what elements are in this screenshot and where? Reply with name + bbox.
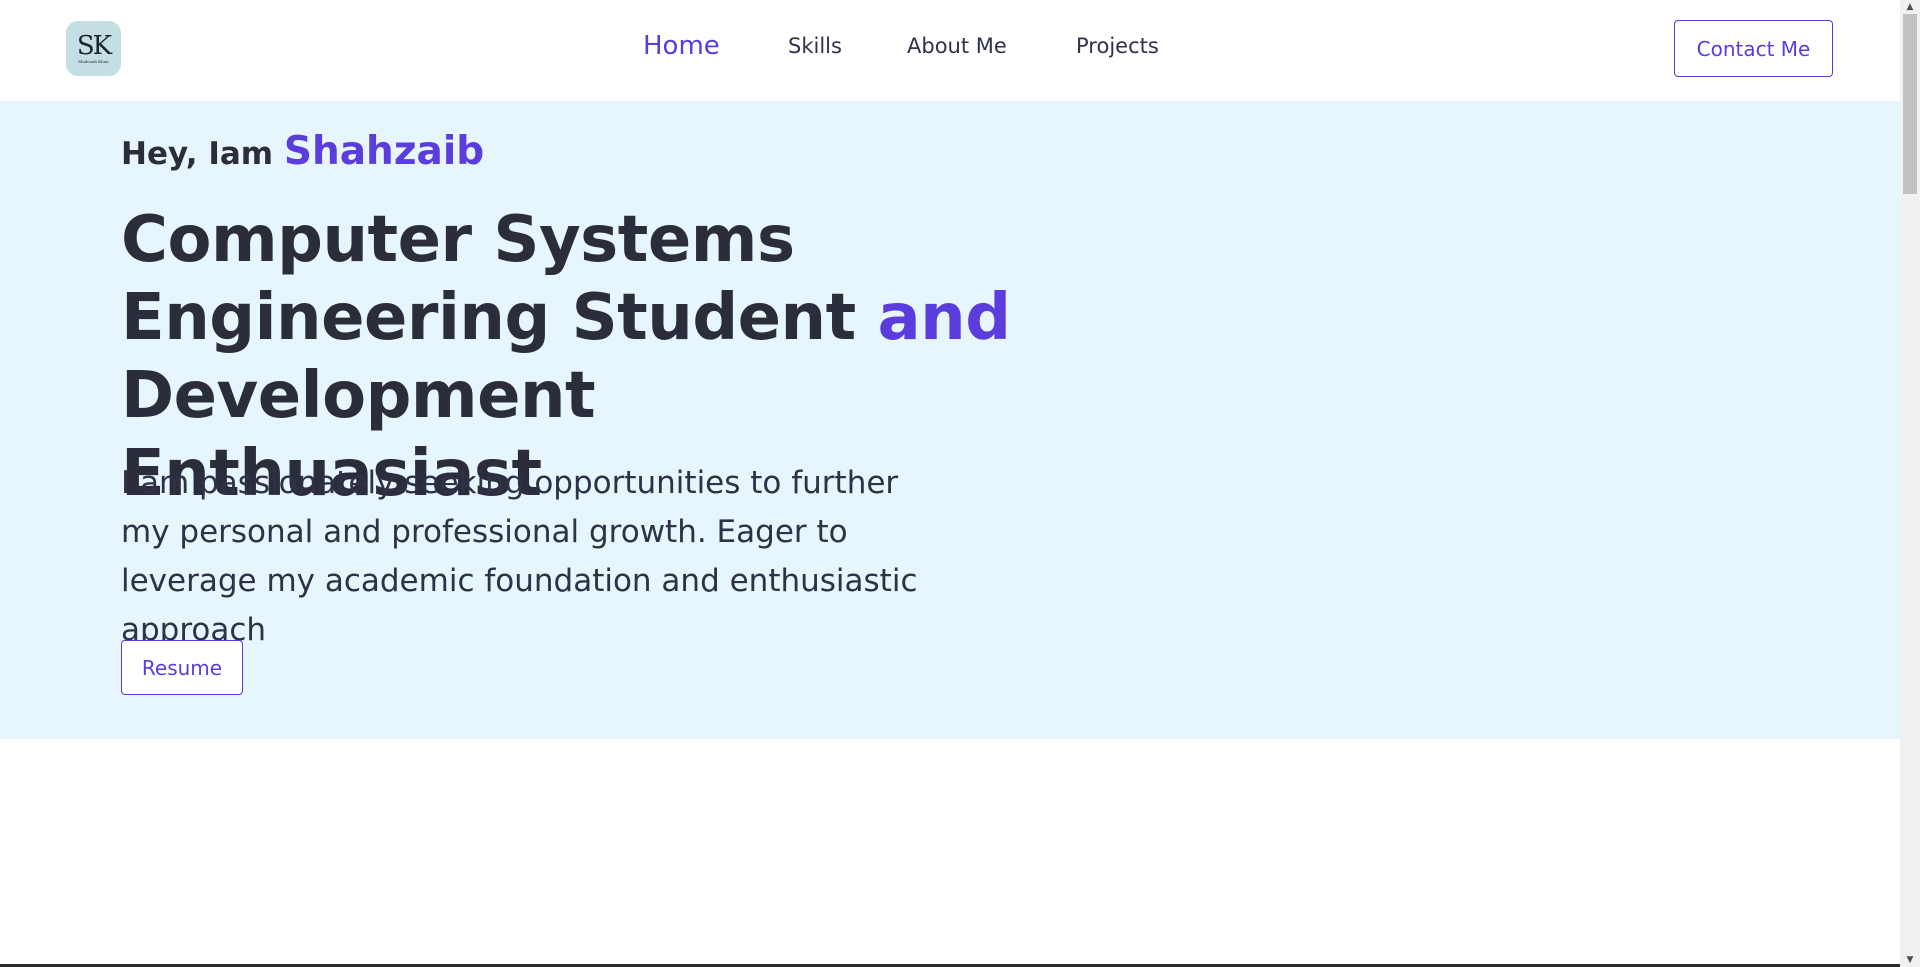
triangle-down-icon[interactable]: ▼: [1900, 953, 1920, 967]
greeting-name: Shahzaib: [283, 129, 485, 174]
hero-section: Hey, Iam Shahzaib Computer Systems Engin…: [0, 101, 1900, 739]
triangle-up-icon[interactable]: ▲: [1900, 0, 1920, 14]
scrollbar-thumb[interactable]: [1903, 14, 1917, 194]
navbar: SK Shahzaib Khan Home Skills About Me Pr…: [0, 0, 1900, 101]
greeting-prefix: Hey, Iam: [121, 136, 274, 172]
nav-link-home[interactable]: Home: [643, 31, 720, 61]
headline-accent: and: [877, 281, 1011, 355]
nav-link-about-me[interactable]: About Me: [907, 34, 1007, 58]
nav-link-skills[interactable]: Skills: [788, 34, 842, 58]
headline-part-1: Computer Systems Engineering Student: [121, 203, 878, 355]
hero-intro: I am passionately seeking opportunities …: [121, 465, 918, 648]
page: SK Shahzaib Khan Home Skills About Me Pr…: [0, 0, 1900, 967]
contact-me-button[interactable]: Contact Me: [1674, 20, 1833, 77]
vertical-scrollbar[interactable]: ▲ ▼: [1900, 0, 1920, 967]
nav-link-projects[interactable]: Projects: [1076, 34, 1159, 58]
resume-button[interactable]: Resume: [121, 640, 243, 695]
hero-greeting: Hey, Iam Shahzaib: [121, 129, 484, 174]
main-nav: Home Skills About Me Projects: [0, 0, 1900, 101]
